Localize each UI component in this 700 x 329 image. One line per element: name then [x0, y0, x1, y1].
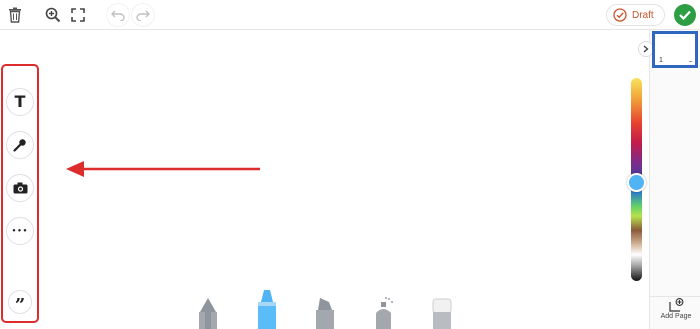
eraser-icon: [432, 298, 452, 329]
page-number: 1: [659, 57, 663, 64]
zoom-in-button[interactable]: [41, 3, 65, 27]
ellipsis-icon: •••: [11, 226, 29, 235]
quote-icon: ”: [14, 295, 26, 316]
add-page-label: Add Page: [660, 313, 692, 320]
top-toolbar: Draft: [0, 0, 700, 30]
add-page-divider: [650, 296, 700, 297]
annotation-arrow: [66, 161, 260, 177]
marker-icon: [258, 290, 276, 329]
undo-icon: [111, 10, 125, 21]
camera-tool-button[interactable]: [6, 174, 34, 202]
draft-check-icon: [613, 8, 627, 22]
delete-button[interactable]: [3, 3, 27, 27]
chevron-right-icon: [643, 45, 649, 53]
highlighter-icon: [316, 298, 334, 329]
text-tool-button[interactable]: T: [6, 88, 34, 116]
microphone-icon: [13, 139, 26, 152]
fullscreen-button[interactable]: [66, 3, 90, 27]
page-more-options[interactable]: ...: [688, 55, 693, 64]
spray-can-icon: [376, 297, 393, 329]
pencil-tool[interactable]: [197, 296, 219, 329]
left-tool-panel: T ••• ”: [1, 64, 39, 323]
draft-label: Draft: [632, 9, 654, 21]
draft-button[interactable]: Draft: [606, 4, 665, 26]
done-button[interactable]: [674, 4, 696, 26]
text-icon: T: [14, 92, 26, 111]
undo-button[interactable]: [106, 3, 130, 27]
drawing-app: Draft T ••• ” 1 ... Add Page: [0, 0, 700, 329]
done-check-icon: [679, 10, 691, 20]
eraser-tool[interactable]: [431, 298, 453, 329]
trash-icon: [9, 7, 21, 23]
fullscreen-icon: [71, 8, 85, 22]
camera-icon: [13, 182, 27, 194]
pencil-icon: [199, 298, 217, 329]
highlighter-tool[interactable]: [314, 296, 336, 329]
zoom-in-icon: [45, 7, 61, 23]
page-thumbnail-1[interactable]: 1 ...: [652, 31, 698, 68]
quote-tool-button[interactable]: ”: [8, 290, 32, 316]
more-tools-button[interactable]: •••: [6, 217, 34, 245]
spray-tool[interactable]: [372, 296, 396, 329]
pages-panel: [649, 30, 700, 329]
microphone-tool-button[interactable]: [6, 131, 34, 159]
add-page-icon: [668, 298, 683, 312]
redo-button[interactable]: [131, 3, 155, 27]
redo-icon: [136, 10, 150, 21]
color-slider-handle[interactable]: [627, 173, 646, 192]
add-page-button[interactable]: Add Page: [656, 298, 696, 328]
marker-tool[interactable]: [256, 288, 278, 329]
